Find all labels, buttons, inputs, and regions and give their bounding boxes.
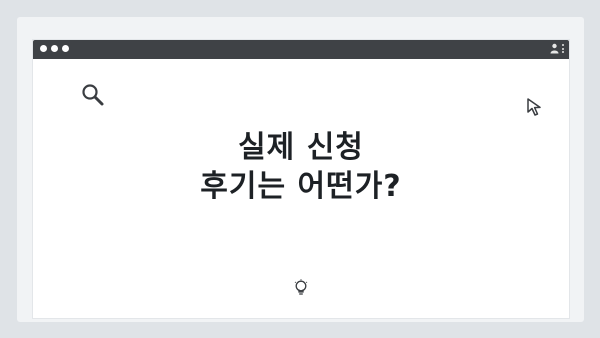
lightbulb-icon <box>294 279 308 295</box>
kebab-menu-icon[interactable] <box>562 43 564 54</box>
window-titlebar <box>33 40 569 59</box>
window-controls <box>40 45 69 52</box>
window-dot-1[interactable] <box>40 45 47 52</box>
page-title: 실제 신청 후기는 어떤가? <box>33 128 569 206</box>
browser-window: 실제 신청 후기는 어떤가? <box>33 40 569 318</box>
window-dot-3[interactable] <box>62 45 69 52</box>
cursor-icon <box>527 98 541 116</box>
titlebar-actions <box>550 43 564 54</box>
user-icon[interactable] <box>550 43 559 54</box>
title-line-1: 실제 신청 <box>238 130 364 165</box>
title-line-2: 후기는 어떤가? <box>200 169 402 204</box>
window-dot-2[interactable] <box>51 45 58 52</box>
search-icon <box>82 84 104 106</box>
